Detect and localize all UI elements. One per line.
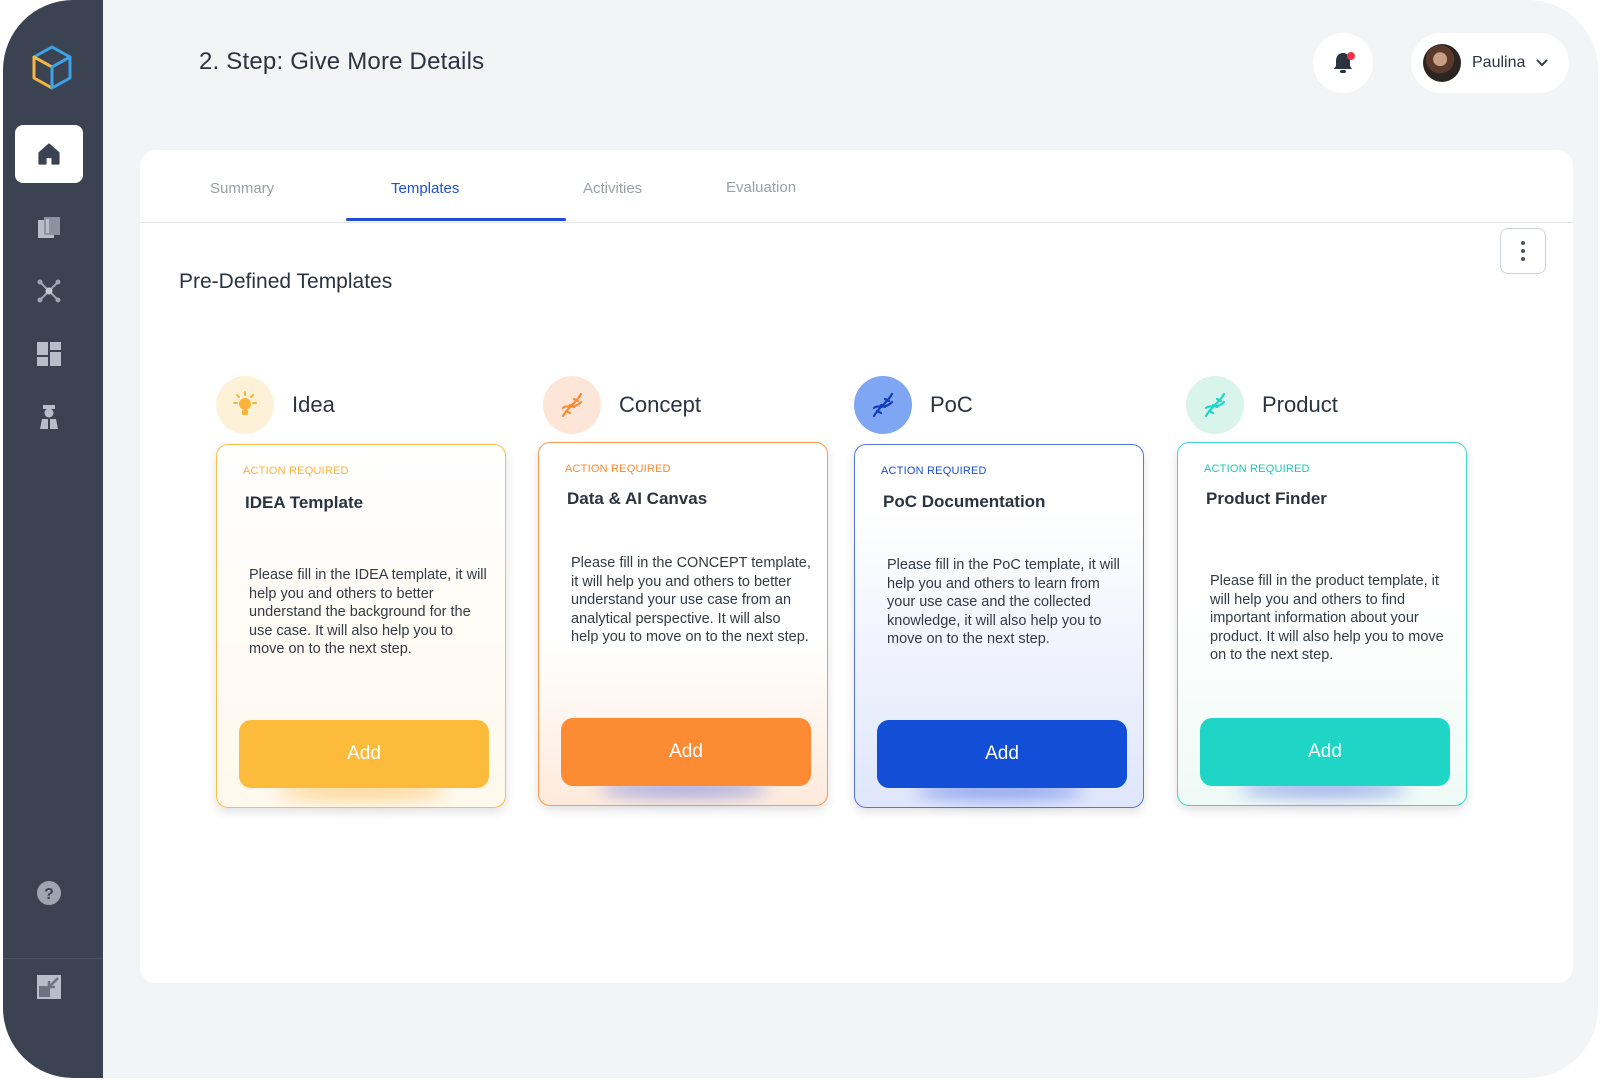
user-name: Paulina — [1472, 54, 1526, 71]
card-title: PoC Documentation — [883, 492, 1046, 511]
stage-name: Concept — [619, 392, 701, 417]
status-badge: ACTION REQUIRED — [881, 465, 987, 477]
template-card-concept: ACTION REQUIRED Data & AI Canvas Please … — [538, 442, 828, 806]
sidebar-item-help[interactable]: ? — [15, 864, 83, 922]
logo-cube-icon[interactable] — [30, 44, 74, 92]
dna-icon — [543, 376, 601, 434]
sidebar-item-home[interactable] — [15, 125, 83, 183]
notification-badge — [1347, 52, 1355, 60]
dashboard-icon — [37, 342, 61, 366]
card-description: Please fill in the product template, it … — [1210, 573, 1444, 663]
tab-summary[interactable]: Summary — [210, 180, 274, 197]
sidebar-item-network[interactable] — [15, 262, 83, 320]
card-description: Please fill in the IDEA template, it wil… — [249, 567, 487, 657]
template-card-idea: ACTION REQUIRED IDEA Template Please fil… — [216, 444, 506, 808]
status-badge: ACTION REQUIRED — [1204, 463, 1310, 475]
stage-product-header: Product — [1186, 376, 1338, 434]
notifications-button[interactable] — [1313, 33, 1373, 93]
sidebar-item-user[interactable] — [15, 388, 83, 446]
sidebar: ? — [3, 0, 103, 1078]
add-concept-button[interactable]: Add — [561, 718, 811, 786]
add-product-button[interactable]: Add — [1200, 718, 1450, 786]
tab-evaluation[interactable]: Evaluation — [726, 179, 796, 196]
sidebar-item-collapse[interactable] — [15, 958, 83, 1016]
sidebar-item-dashboard[interactable] — [15, 325, 83, 383]
user-menu[interactable]: Paulina — [1411, 33, 1569, 93]
status-badge: ACTION REQUIRED — [565, 463, 671, 475]
more-vertical-icon — [1521, 241, 1525, 245]
add-idea-button[interactable]: Add — [239, 720, 489, 788]
app-window: ? 2. Step: Give More Details Paulina Sum… — [3, 0, 1598, 1078]
collapse-icon — [37, 975, 61, 999]
network-icon — [37, 279, 61, 303]
documents-icon — [38, 217, 60, 238]
main-panel: Summary Templates Activities Evaluation … — [140, 150, 1573, 983]
more-options-button[interactable] — [1500, 228, 1546, 274]
home-icon — [38, 143, 60, 165]
avatar — [1423, 44, 1461, 82]
tab-bar: Summary Templates Activities Evaluation — [140, 150, 1573, 223]
tab-activities[interactable]: Activities — [583, 180, 642, 197]
stage-name: Product — [1262, 392, 1338, 417]
tab-templates[interactable]: Templates — [391, 180, 459, 197]
page-title: 2. Step: Give More Details — [199, 48, 485, 75]
status-badge: ACTION REQUIRED — [243, 465, 349, 477]
card-description: Please fill in the PoC template, it will… — [887, 557, 1120, 647]
lightbulb-icon — [216, 376, 274, 434]
active-tab-indicator — [346, 218, 566, 221]
stage-name: Idea — [292, 392, 335, 417]
help-icon: ? — [37, 881, 61, 905]
dna-icon — [854, 376, 912, 434]
template-card-poc: ACTION REQUIRED PoC Documentation Please… — [854, 444, 1144, 808]
card-description: Please fill in the CONCEPT template, it … — [571, 555, 811, 645]
sidebar-item-documents[interactable] — [15, 199, 83, 257]
chevron-down-icon — [1536, 59, 1549, 67]
stage-concept-header: Concept — [543, 376, 701, 434]
section-title: Pre-Defined Templates — [179, 270, 393, 293]
template-card-product: ACTION REQUIRED Product Finder Please fi… — [1177, 442, 1467, 806]
stage-poc-header: PoC — [854, 376, 973, 434]
stage-idea-header: Idea — [216, 376, 335, 434]
add-poc-button[interactable]: Add — [877, 720, 1127, 788]
svg-text:?: ? — [44, 886, 54, 903]
user-icon — [40, 405, 58, 429]
card-title: Data & AI Canvas — [567, 489, 708, 508]
card-title: IDEA Template — [245, 493, 364, 512]
stage-name: PoC — [930, 392, 973, 417]
card-title: Product Finder — [1206, 489, 1327, 508]
dna-icon — [1186, 376, 1244, 434]
